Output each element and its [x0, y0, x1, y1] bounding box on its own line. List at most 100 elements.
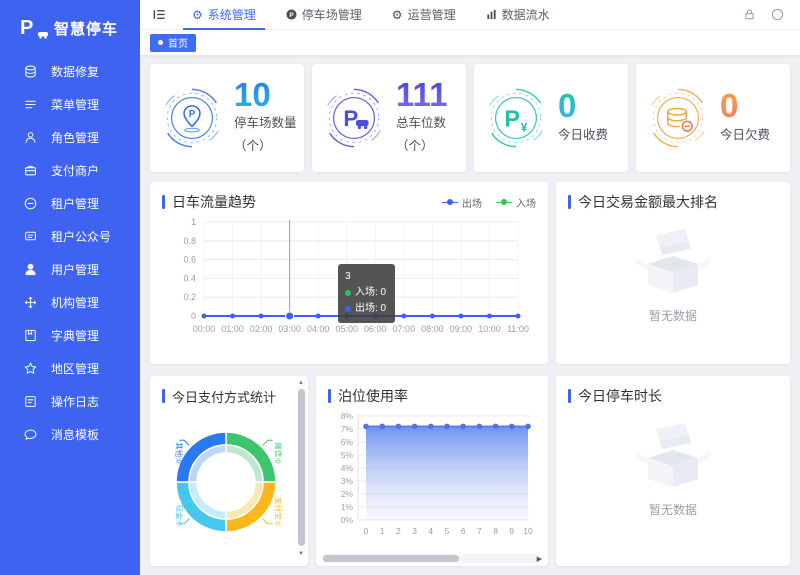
- sidebar-item-label: 消息模板: [51, 426, 99, 443]
- sidebar-item-label: 地区管理: [51, 360, 99, 377]
- sidebar-item-label: 字典管理: [51, 327, 99, 344]
- panel-daily-traffic-trend: 日车流量趋势 出场 入场 10.80.60.40.2000:0001:0002:…: [150, 182, 548, 364]
- scrollbar-thumb[interactable]: [298, 389, 305, 546]
- stat-value: 10: [234, 78, 300, 113]
- sidebar-item-user-mgmt[interactable]: 用户管理: [0, 253, 140, 286]
- panel-title-row: 日车流量趋势 出场 入场: [162, 192, 536, 212]
- svg-text:微信:0: 微信:0: [274, 442, 284, 463]
- stat-value: 111: [396, 78, 462, 113]
- svg-text:10:00: 10:00: [478, 324, 501, 334]
- stat-card-total-spaces: P 111 总车位数（个）: [312, 64, 466, 172]
- tab-label: 停车场管理: [302, 6, 362, 23]
- tab-system-mgmt[interactable]: ⚙ 系统管理: [177, 0, 271, 30]
- svg-text:0.2: 0.2: [183, 292, 196, 302]
- stat-label: 今日欠费: [720, 124, 770, 147]
- app-logo: P 智慧停车: [0, 0, 140, 55]
- legend-label: 入场: [516, 195, 536, 210]
- svg-text:06:00: 06:00: [364, 324, 387, 334]
- empty-state: 暂无数据: [556, 418, 790, 518]
- sidebar-item-role-mgmt[interactable]: 角色管理: [0, 121, 140, 154]
- sidebar-collapse-icon[interactable]: [140, 7, 177, 22]
- svg-text:9: 9: [509, 526, 514, 536]
- legend-marker: [496, 198, 512, 206]
- legend-item-exit[interactable]: 出场: [442, 195, 482, 210]
- vertical-scrollbar[interactable]: ▲ ▼: [297, 379, 306, 558]
- sidebar-item-label: 角色管理: [51, 129, 99, 146]
- dictionary-icon: [23, 328, 38, 343]
- svg-text:00:00: 00:00: [193, 324, 216, 334]
- panel-payment-methods: 今日支付方式统计 微信:0支付宝:0现金:0其他:0 ▲ ▼: [150, 376, 308, 566]
- svg-text:05:00: 05:00: [335, 324, 358, 334]
- sidebar-item-label: 数据修复: [51, 63, 99, 80]
- sidebar-item-org-mgmt[interactable]: 机构管理: [0, 286, 140, 319]
- tab-parking-lot-mgmt[interactable]: P 停车场管理: [271, 0, 377, 30]
- message-icon: [23, 427, 38, 442]
- sidebar-item-pay-merchant[interactable]: 支付商户: [0, 154, 140, 187]
- sidebar-item-message-template[interactable]: 消息模板: [0, 418, 140, 451]
- scroll-right-icon[interactable]: ▶: [537, 555, 542, 563]
- tag-label: 首页: [168, 35, 188, 50]
- panel-today-top-transactions: 今日交易金额最大排名 暂无数据: [556, 182, 790, 364]
- legend-item-enter[interactable]: 入场: [496, 195, 536, 210]
- sidebar-item-label: 操作日志: [51, 393, 99, 410]
- parking-icon: P: [286, 9, 297, 20]
- sidebar-item-data-repair[interactable]: 数据修复: [0, 55, 140, 88]
- svg-text:2: 2: [396, 526, 401, 536]
- parking-pin-ring-icon: P: [158, 84, 226, 152]
- sidebar-item-operation-log[interactable]: 操作日志: [0, 385, 140, 418]
- main-area: ⚙ 系统管理 P 停车场管理 ⚙ 运营管理 数据流水: [140, 0, 800, 575]
- svg-text:6: 6: [461, 526, 466, 536]
- sidebar-item-region-mgmt[interactable]: 地区管理: [0, 352, 140, 385]
- scroll-down-icon[interactable]: ▼: [298, 551, 304, 557]
- horizontal-scrollbar[interactable]: ▶: [322, 554, 542, 563]
- tab-operation-mgmt[interactable]: ⚙ 运营管理: [377, 0, 471, 30]
- svg-text:11:00: 11:00: [507, 324, 529, 334]
- svg-text:02:00: 02:00: [250, 324, 273, 334]
- title-accent-bar: [162, 389, 165, 403]
- title-accent-bar: [162, 195, 165, 209]
- svg-text:8%: 8%: [341, 411, 354, 421]
- svg-text:1: 1: [380, 526, 385, 536]
- sidebar-item-label: 机构管理: [51, 294, 99, 311]
- coins-ring-icon: [644, 84, 712, 152]
- svg-text:4%: 4%: [341, 463, 354, 473]
- tag-home[interactable]: 首页: [150, 34, 196, 52]
- scroll-up-icon[interactable]: ▲: [298, 380, 304, 386]
- svg-text:0.6: 0.6: [183, 255, 196, 265]
- svg-text:7%: 7%: [341, 424, 354, 434]
- svg-text:10: 10: [523, 526, 533, 536]
- tab-label: 数据流水: [502, 6, 550, 23]
- svg-text:8: 8: [493, 526, 498, 536]
- svg-text:03:00: 03:00: [278, 324, 301, 334]
- title-accent-bar: [328, 389, 331, 403]
- parking-yuan-ring-icon: P ¥: [482, 84, 550, 152]
- area-chart-canvas[interactable]: 8%7%6%5%4%3%2%1%0%012345678910: [328, 408, 536, 550]
- svg-text:3: 3: [412, 526, 417, 536]
- empty-box-icon: [628, 418, 718, 490]
- line-chart-canvas[interactable]: 10.80.60.40.2000:0001:0002:0003:0004:000…: [162, 216, 534, 340]
- stat-label: 总车位数（个）: [396, 112, 462, 158]
- scrollbar-thumb[interactable]: [323, 555, 459, 562]
- panel-title-row: 泊位使用率: [328, 386, 536, 406]
- parking-logo-icon: P: [20, 17, 46, 39]
- svg-text:08:00: 08:00: [421, 324, 444, 334]
- panel-title-row: 今日停车时长: [568, 386, 778, 406]
- donut-chart-canvas[interactable]: 微信:0支付宝:0现金:0其他:0: [162, 406, 296, 552]
- panel-title: 今日停车时长: [578, 386, 662, 406]
- title-accent-bar: [568, 389, 571, 403]
- tab-data-flow[interactable]: 数据流水: [471, 0, 565, 30]
- sidebar-item-tenant-mgmt[interactable]: 租户管理: [0, 187, 140, 220]
- lock-icon[interactable]: [743, 8, 756, 21]
- svg-text:0%: 0%: [341, 515, 354, 525]
- stats-row: P 10 停车场数量（个）: [150, 64, 790, 172]
- avatar-icon[interactable]: [771, 8, 784, 21]
- sidebar-item-tenant-official-account[interactable]: 租户公众号: [0, 220, 140, 253]
- svg-text:其他:0: 其他:0: [174, 442, 184, 463]
- tag-dot-icon: [158, 40, 163, 45]
- sidebar-item-menu-mgmt[interactable]: 菜单管理: [0, 88, 140, 121]
- sidebar-item-dictionary-mgmt[interactable]: 字典管理: [0, 319, 140, 352]
- panel-title: 日车流量趋势: [172, 192, 256, 212]
- svg-text:07:00: 07:00: [393, 324, 416, 334]
- panel-today-parking-duration: 今日停车时长 暂无数据: [556, 376, 790, 566]
- panel-title-row: 今日交易金额最大排名: [568, 192, 778, 212]
